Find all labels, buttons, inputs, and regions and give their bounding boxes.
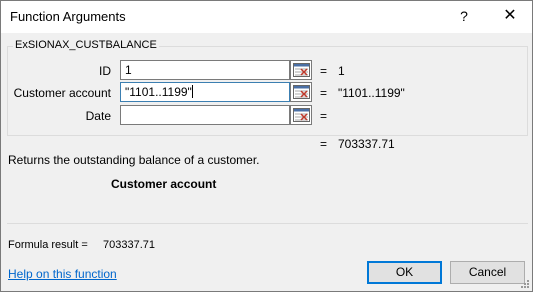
ok-button[interactable]: OK (367, 261, 442, 284)
arg-label-date: Date (85, 109, 111, 123)
separator (7, 223, 528, 224)
id-input[interactable]: 1 (120, 60, 290, 80)
text-caret (191, 85, 193, 98)
function-description: Returns the outstanding balance of a cus… (8, 153, 260, 167)
help-icon[interactable]: ? (453, 5, 475, 27)
id-equals: = (320, 64, 328, 78)
id-collapse-button[interactable] (290, 60, 312, 80)
customer-account-input[interactable]: "1101..1199" (120, 82, 290, 102)
formula-result-value: 703337.71 (103, 239, 155, 251)
help-on-function-link[interactable]: Help on this function (8, 267, 117, 281)
customer-account-input-value: "1101..1199" (125, 85, 192, 99)
window-title: Function Arguments (10, 9, 126, 24)
date-input[interactable] (120, 105, 290, 125)
arg-label-id: ID (99, 64, 111, 78)
formula-result-label: Formula result = (8, 239, 88, 251)
cancel-button[interactable]: Cancel (450, 261, 525, 284)
collapse-dialog-icon (293, 108, 310, 122)
function-name-label: ExSIONAX_CUSTBALANCE (13, 39, 159, 51)
date-equals: = (320, 109, 328, 123)
customer-account-collapse-button[interactable] (290, 82, 312, 102)
id-result: 1 (338, 64, 345, 78)
id-input-value: 1 (125, 63, 132, 77)
title-bar: Function Arguments ? ✕ (1, 1, 532, 33)
collapse-dialog-icon (293, 85, 310, 99)
function-arguments-dialog: Function Arguments ? ✕ ExSIONAX_CUSTBALA… (0, 0, 533, 292)
collapse-dialog-icon (293, 63, 310, 77)
customer-account-equals: = (320, 86, 328, 100)
resize-grip-icon[interactable] (520, 279, 530, 289)
function-result-value: 703337.71 (338, 137, 395, 151)
current-argument-name: Customer account (111, 177, 217, 191)
date-collapse-button[interactable] (290, 105, 312, 125)
customer-account-result: "1101..1199" (338, 86, 405, 100)
close-icon[interactable]: ✕ (498, 5, 522, 27)
arg-label-customer-account: Customer account (13, 86, 111, 100)
function-result-equals: = (320, 137, 328, 151)
